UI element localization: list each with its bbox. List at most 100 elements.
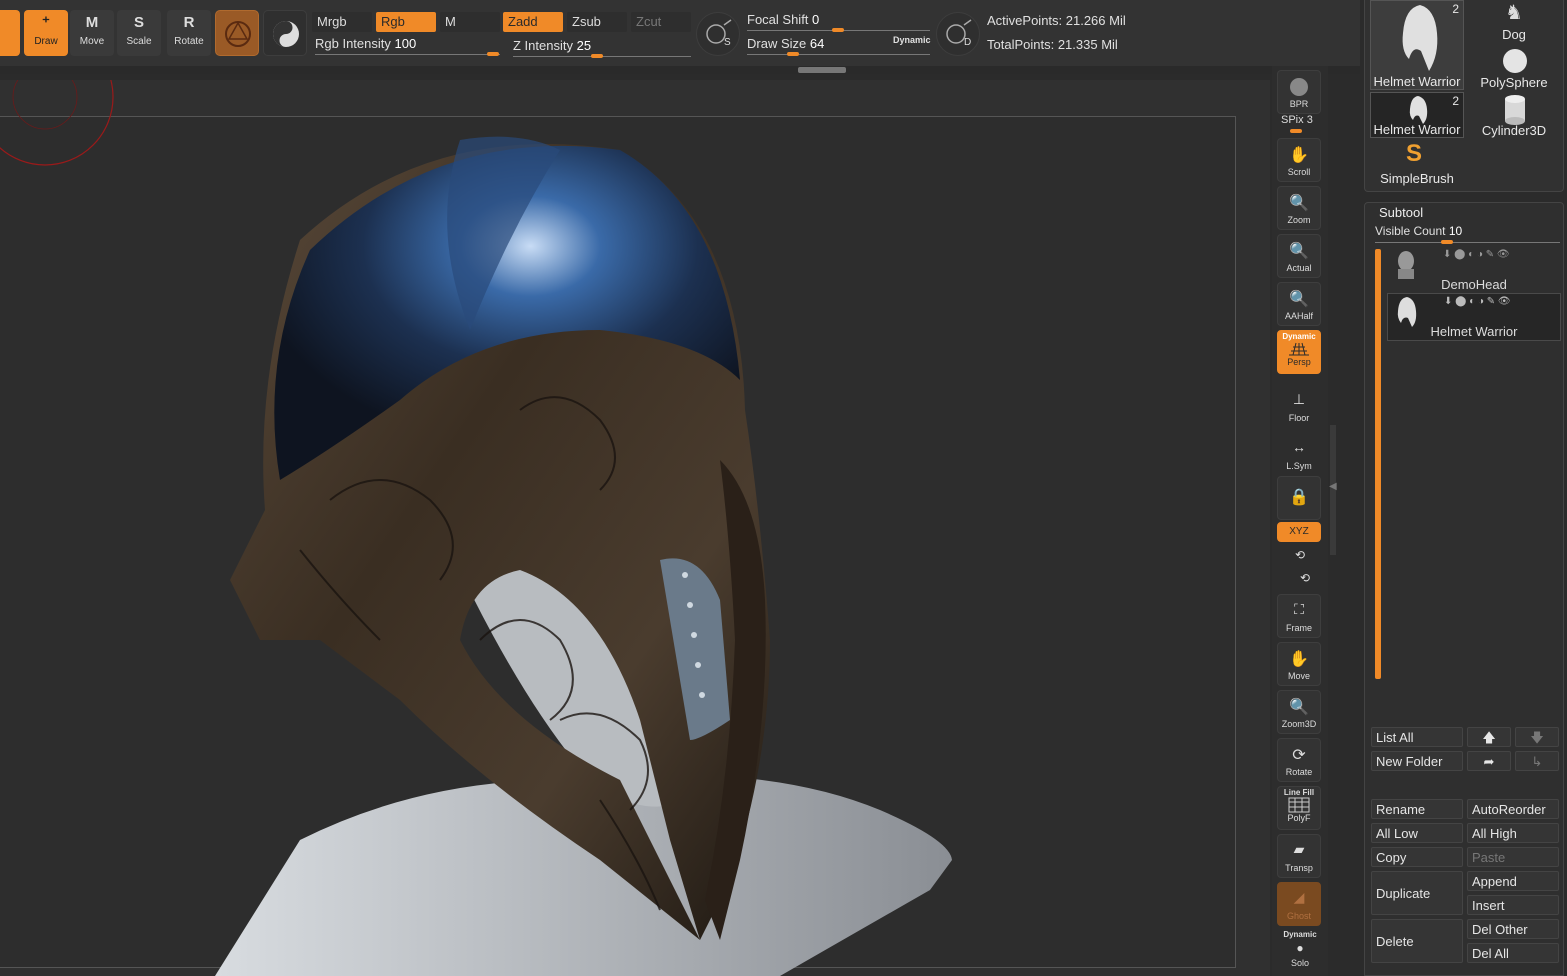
symmetry-icon: ↔ — [1292, 439, 1306, 455]
visible-count-slider[interactable]: Visible Count 10 — [1375, 224, 1462, 238]
move-up-button[interactable]: 🡅 — [1467, 727, 1511, 747]
bpr-button[interactable]: BPR — [1277, 70, 1321, 114]
duplicate-button[interactable]: Duplicate — [1371, 871, 1463, 915]
rotate3d-icon: ⟳ — [1292, 747, 1306, 764]
subtool-toggles-icon[interactable]: ⬇ ⬤ ◐ ◑ ✎ 👁 — [1443, 249, 1510, 260]
del-all-button[interactable]: Del All — [1467, 943, 1559, 963]
lock-button[interactable]: 🔒 — [1277, 476, 1321, 520]
frame-button[interactable]: ⛶ Frame — [1277, 594, 1321, 638]
visible-count-label: Visible Count — [1375, 224, 1446, 238]
move-button[interactable]: M Move — [70, 10, 114, 56]
aahalf-button[interactable]: 🔍 AAHalf — [1277, 282, 1321, 326]
draw-size-slider[interactable]: Draw Size 64 — [747, 36, 824, 51]
focal-s-button[interactable]: S — [696, 12, 740, 56]
rgb-toggle[interactable]: Rgb — [376, 12, 436, 32]
tool-simplebrush[interactable]: S SimpleBrush — [1370, 140, 1464, 186]
autoreorder-button[interactable]: AutoReorder — [1467, 799, 1559, 819]
move3d-button[interactable]: ✋ Move — [1277, 642, 1321, 686]
polyf-button[interactable]: Line Fill PolyF — [1277, 786, 1321, 830]
floor-button[interactable]: ⊥ Floor — [1277, 384, 1321, 428]
paste-button[interactable]: Paste — [1467, 847, 1559, 867]
viewport-canvas[interactable] — [0, 80, 1270, 976]
focal-shift-slider[interactable]: Focal Shift 0 — [747, 12, 819, 27]
spix-label: SPix — [1281, 114, 1304, 126]
ghost-button[interactable]: ◢ Ghost — [1277, 882, 1321, 926]
visible-count-track — [1375, 242, 1560, 243]
dynamic-toggle[interactable]: Dynamic — [893, 35, 931, 45]
focal-shift-knob[interactable] — [832, 28, 844, 32]
del-other-button[interactable]: Del Other — [1467, 919, 1559, 939]
scale-button[interactable]: S Scale — [117, 10, 161, 56]
collapse-arrow-icon[interactable]: ◀ — [1329, 481, 1337, 492]
tool-dog[interactable]: ♞ Dog — [1467, 0, 1561, 42]
tool-helmet-warrior-1[interactable]: 2 Helmet Warrior — [1370, 0, 1464, 90]
tool-name: Helmet Warrior — [1373, 122, 1461, 137]
tool-polysphere[interactable]: PolySphere — [1467, 44, 1561, 90]
transp-button[interactable]: ▰ Transp — [1277, 834, 1321, 878]
d-label: D — [964, 37, 972, 48]
spix-knob[interactable] — [1290, 129, 1302, 133]
all-high-button[interactable]: All High — [1467, 823, 1559, 843]
zoom3d-label: Zoom3D — [1281, 719, 1317, 729]
subtool-scrollbar[interactable] — [1375, 249, 1381, 679]
arrow-right-icon: ➦ — [1483, 754, 1495, 769]
z-intensity-slider[interactable]: Z Intensity 25 — [513, 38, 591, 53]
list-all-button[interactable]: List All — [1371, 727, 1463, 747]
subtool-item-demohead[interactable]: ⬇ ⬤ ◐ ◑ ✎ 👁 DemoHead — [1387, 247, 1561, 293]
zoom-button[interactable]: 🔍 Zoom — [1277, 186, 1321, 230]
rename-button[interactable]: Rename — [1371, 799, 1463, 819]
insert-button[interactable]: Insert — [1467, 895, 1559, 915]
draw-button[interactable]: ⁺ Draw — [24, 10, 68, 56]
move-down-button[interactable]: 🡇 — [1515, 727, 1559, 747]
tool-cylinder3d[interactable]: Cylinder3D — [1467, 92, 1561, 138]
zoom3d-button[interactable]: 🔍 Zoom3D — [1277, 690, 1321, 734]
visible-count-knob[interactable] — [1441, 240, 1453, 244]
rgb-intensity-knob[interactable] — [487, 52, 499, 56]
scroll-button[interactable]: ✋ Scroll — [1277, 138, 1321, 182]
rgb-intensity-label: Rgb Intensity — [315, 36, 391, 51]
toolbar-scrollbar[interactable] — [0, 66, 1360, 74]
tool-helmet-warrior-2[interactable]: 2 Helmet Warrior — [1370, 92, 1464, 138]
outdent-button[interactable]: ↳ — [1515, 751, 1559, 771]
actual-button[interactable]: 🔍 Actual — [1277, 234, 1321, 278]
material-button[interactable] — [215, 10, 259, 56]
solo-icon[interactable]: ● — [1272, 941, 1328, 955]
tool-palette: 2 Helmet Warrior ♞ Dog PolySphere 2 Helm… — [1364, 0, 1564, 192]
rgb-intensity-slider[interactable]: Rgb Intensity 100 — [315, 36, 416, 51]
rotate-z-icon[interactable]: ⟲ — [1277, 571, 1333, 585]
perspective-grid-icon — [1289, 342, 1309, 356]
lsym-button[interactable]: ↔ L.Sym — [1277, 432, 1321, 476]
rotate-y-icon[interactable]: ⟲ — [1272, 548, 1328, 562]
copy-button[interactable]: Copy — [1371, 847, 1463, 867]
zcut-toggle[interactable]: Zcut — [631, 12, 691, 32]
draw-size-knob[interactable] — [787, 52, 799, 56]
m-toggle[interactable]: M — [440, 12, 500, 32]
persp-button[interactable]: Dynamic Persp — [1277, 330, 1321, 374]
alpha-button[interactable] — [263, 10, 307, 56]
append-button[interactable]: Append — [1467, 871, 1559, 891]
scale-label: Scale — [126, 36, 152, 47]
subtool-panel: Subtool Visible Count 10 ⬇ ⬤ ◐ ◑ ✎ 👁 Dem… — [1364, 202, 1564, 976]
delete-button[interactable]: Delete — [1371, 919, 1463, 963]
new-folder-button[interactable]: New Folder — [1371, 751, 1463, 771]
subtool-toggles-icon[interactable]: ⬇ ⬤ ◐ ◑ ✎ 👁 — [1444, 296, 1511, 307]
active-points: ActivePoints: 21.266 Mil — [987, 13, 1126, 28]
rotate-button[interactable]: R Rotate — [167, 10, 211, 56]
transp-label: Transp — [1285, 863, 1313, 873]
spix-slider[interactable]: SPix 3 — [1281, 114, 1337, 126]
mrgb-toggle[interactable]: Mrgb — [312, 12, 372, 32]
subtool-item-helmet-warrior[interactable]: ⬇ ⬤ ◐ ◑ ✎ 👁 Helmet Warrior — [1387, 293, 1561, 341]
draw-d-button[interactable]: D — [936, 12, 980, 56]
zadd-toggle[interactable]: Zadd — [503, 12, 563, 32]
rotate3d-button[interactable]: ⟳ Rotate — [1277, 738, 1321, 782]
edit-button[interactable]: / — [0, 10, 20, 56]
scrollbar-thumb[interactable] — [798, 67, 846, 73]
xyz-button[interactable]: XYZ — [1277, 522, 1321, 542]
aahalf-icon: 🔍 — [1289, 291, 1309, 308]
z-intensity-knob[interactable] — [591, 54, 603, 58]
helmet-model-render — [0, 80, 952, 976]
all-low-button[interactable]: All Low — [1371, 823, 1463, 843]
zsub-toggle[interactable]: Zsub — [567, 12, 627, 32]
subtool-title[interactable]: Subtool — [1379, 205, 1423, 220]
indent-button[interactable]: ➦ — [1467, 751, 1511, 771]
